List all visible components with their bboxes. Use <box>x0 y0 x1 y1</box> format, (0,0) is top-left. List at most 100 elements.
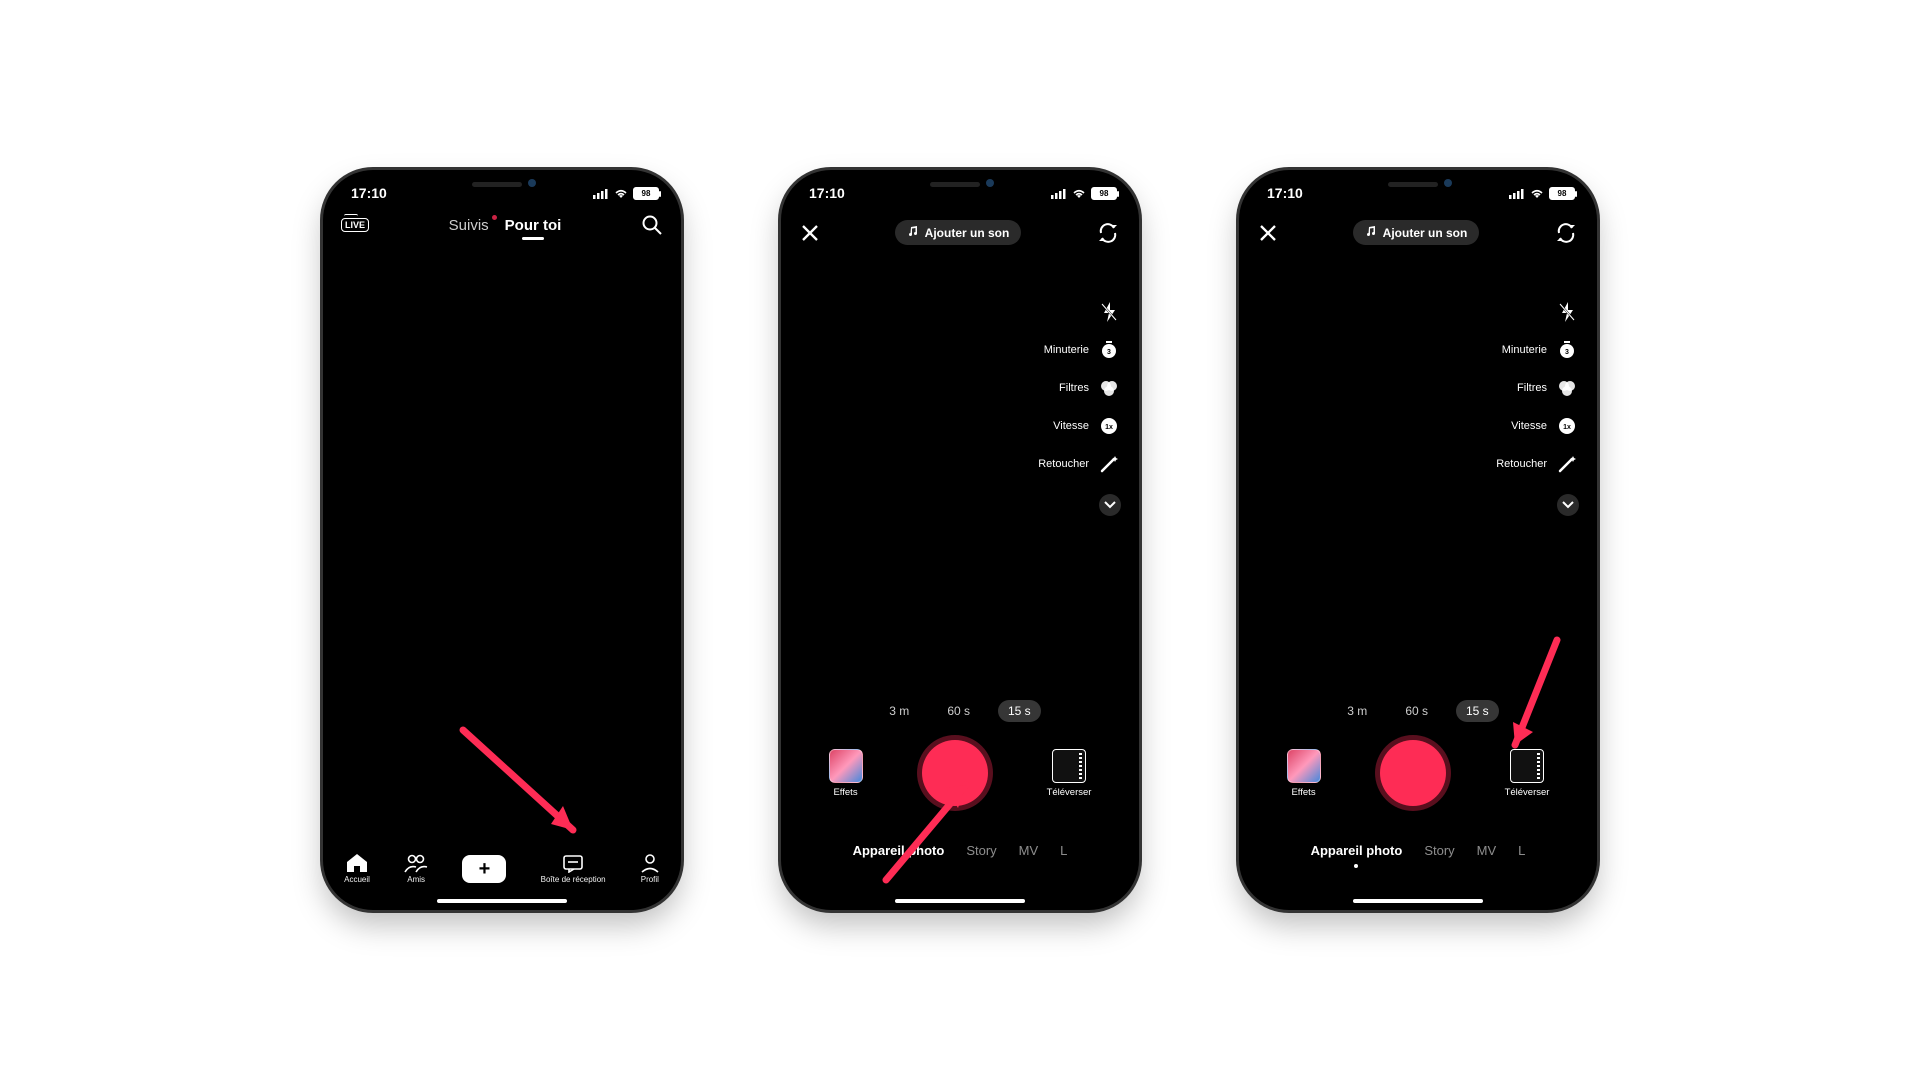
battery-level: 98 <box>1558 189 1567 198</box>
nav-home-label: Accueil <box>344 875 370 884</box>
home-icon <box>346 853 368 873</box>
filters-label: Filtres <box>1517 382 1547 394</box>
phone-notch <box>1333 170 1503 198</box>
mode-camera[interactable]: Appareil photo <box>853 843 945 858</box>
phone-notch <box>417 170 587 198</box>
expand-tools-button[interactable] <box>1099 494 1121 516</box>
speed-button[interactable]: Vitesse 1x <box>1053 414 1121 438</box>
beauty-button[interactable]: Retoucher <box>1038 452 1121 476</box>
duration-15s[interactable]: 15 s <box>998 700 1041 722</box>
phone-feed: 17:10 98 LIVE Suivis Pour toi <box>323 170 681 910</box>
search-icon[interactable] <box>641 214 663 236</box>
home-indicator <box>895 899 1025 903</box>
record-button[interactable] <box>922 740 988 806</box>
timer-icon: 3 <box>1555 338 1579 362</box>
upload-icon <box>1052 749 1086 783</box>
effects-label: Effets <box>833 787 857 798</box>
expand-tools-button[interactable] <box>1557 494 1579 516</box>
effects-button[interactable]: Effets <box>1287 749 1321 798</box>
mode-selector: Appareil photo Story MV L <box>1239 843 1597 858</box>
signal-icon <box>1051 188 1067 199</box>
wifi-icon <box>1529 187 1545 199</box>
upload-button[interactable]: Téléverser <box>1505 749 1550 798</box>
battery-icon: 98 <box>1549 187 1575 200</box>
mode-camera[interactable]: Appareil photo <box>1311 843 1403 858</box>
signal-icon <box>1509 188 1525 199</box>
upload-icon <box>1510 749 1544 783</box>
upload-button[interactable]: Téléverser <box>1047 749 1092 798</box>
filters-button[interactable]: Filtres <box>1059 376 1121 400</box>
status-time: 17:10 <box>1267 185 1303 201</box>
magic-wand-icon <box>1097 452 1121 476</box>
mode-story[interactable]: Story <box>1424 843 1454 858</box>
battery-icon: 98 <box>1091 187 1117 200</box>
nav-profile-label: Profil <box>641 875 659 884</box>
profile-icon <box>640 853 660 873</box>
phone-camera-upload: 17:10 98 Ajouter un son Minuterie 3 Filt… <box>1239 170 1597 910</box>
plus-icon: + <box>462 855 506 883</box>
close-button[interactable] <box>1259 224 1277 242</box>
flash-button[interactable] <box>1555 300 1579 324</box>
timer-icon: 3 <box>1097 338 1121 362</box>
nav-inbox[interactable]: Boîte de réception <box>541 853 606 884</box>
duration-60s[interactable]: 60 s <box>937 700 980 722</box>
phone-camera-record: 17:10 98 Ajouter un son Minuterie 3 Filt… <box>781 170 1139 910</box>
flip-camera-button[interactable] <box>1555 222 1577 244</box>
camera-side-tools: Minuterie 3 Filtres Vitesse 1x Retoucher <box>1496 300 1579 516</box>
filters-label: Filtres <box>1059 382 1089 394</box>
add-sound-button[interactable]: Ajouter un son <box>1353 220 1480 245</box>
duration-60s[interactable]: 60 s <box>1395 700 1438 722</box>
annotation-arrow-icon <box>453 720 603 860</box>
tab-for-you[interactable]: Pour toi <box>505 217 562 234</box>
mode-l[interactable]: L <box>1060 843 1067 858</box>
signal-icon <box>593 188 609 199</box>
notification-dot-icon <box>492 215 497 220</box>
beauty-label: Retoucher <box>1038 458 1089 470</box>
speed-icon: 1x <box>1555 414 1579 438</box>
nav-home[interactable]: Accueil <box>344 853 370 884</box>
speed-label: Vitesse <box>1053 420 1089 432</box>
music-note-icon <box>1365 225 1377 240</box>
home-indicator <box>437 899 567 903</box>
duration-3m[interactable]: 3 m <box>879 700 919 722</box>
effects-icon <box>829 749 863 783</box>
battery-icon: 98 <box>633 187 659 200</box>
close-button[interactable] <box>801 224 819 242</box>
speed-button[interactable]: Vitesse 1x <box>1511 414 1579 438</box>
effects-label: Effets <box>1291 787 1315 798</box>
status-time: 17:10 <box>809 185 845 201</box>
mode-story[interactable]: Story <box>966 843 996 858</box>
mode-selector: Appareil photo Story MV L <box>781 843 1139 858</box>
inbox-icon <box>562 853 584 873</box>
bottom-nav: Accueil Amis + Boîte de réception Profil <box>323 847 681 894</box>
mode-mv[interactable]: MV <box>1019 843 1039 858</box>
duration-3m[interactable]: 3 m <box>1337 700 1377 722</box>
tab-following[interactable]: Suivis <box>449 217 489 234</box>
nav-profile[interactable]: Profil <box>640 853 660 884</box>
record-button[interactable] <box>1380 740 1446 806</box>
add-sound-label: Ajouter un son <box>1383 226 1468 240</box>
flash-button[interactable] <box>1097 300 1121 324</box>
duration-15s[interactable]: 15 s <box>1456 700 1499 722</box>
friends-icon <box>404 853 428 873</box>
beauty-button[interactable]: Retoucher <box>1496 452 1579 476</box>
svg-text:1x: 1x <box>1563 424 1571 431</box>
filters-button[interactable]: Filtres <box>1517 376 1579 400</box>
magic-wand-icon <box>1555 452 1579 476</box>
nav-friends[interactable]: Amis <box>404 853 428 884</box>
live-icon[interactable]: LIVE <box>341 218 369 232</box>
mode-l[interactable]: L <box>1518 843 1525 858</box>
duration-selector: 3 m 60 s 15 s <box>781 700 1139 722</box>
timer-button[interactable]: Minuterie 3 <box>1044 338 1121 362</box>
effects-button[interactable]: Effets <box>829 749 863 798</box>
battery-level: 98 <box>1100 189 1109 198</box>
timer-label: Minuterie <box>1502 344 1547 356</box>
flip-camera-button[interactable] <box>1097 222 1119 244</box>
timer-button[interactable]: Minuterie 3 <box>1502 338 1579 362</box>
beauty-label: Retoucher <box>1496 458 1547 470</box>
add-sound-button[interactable]: Ajouter un son <box>895 220 1022 245</box>
svg-text:1x: 1x <box>1105 424 1113 431</box>
svg-text:3: 3 <box>1107 349 1111 356</box>
mode-mv[interactable]: MV <box>1477 843 1497 858</box>
nav-create[interactable]: + <box>462 855 506 883</box>
